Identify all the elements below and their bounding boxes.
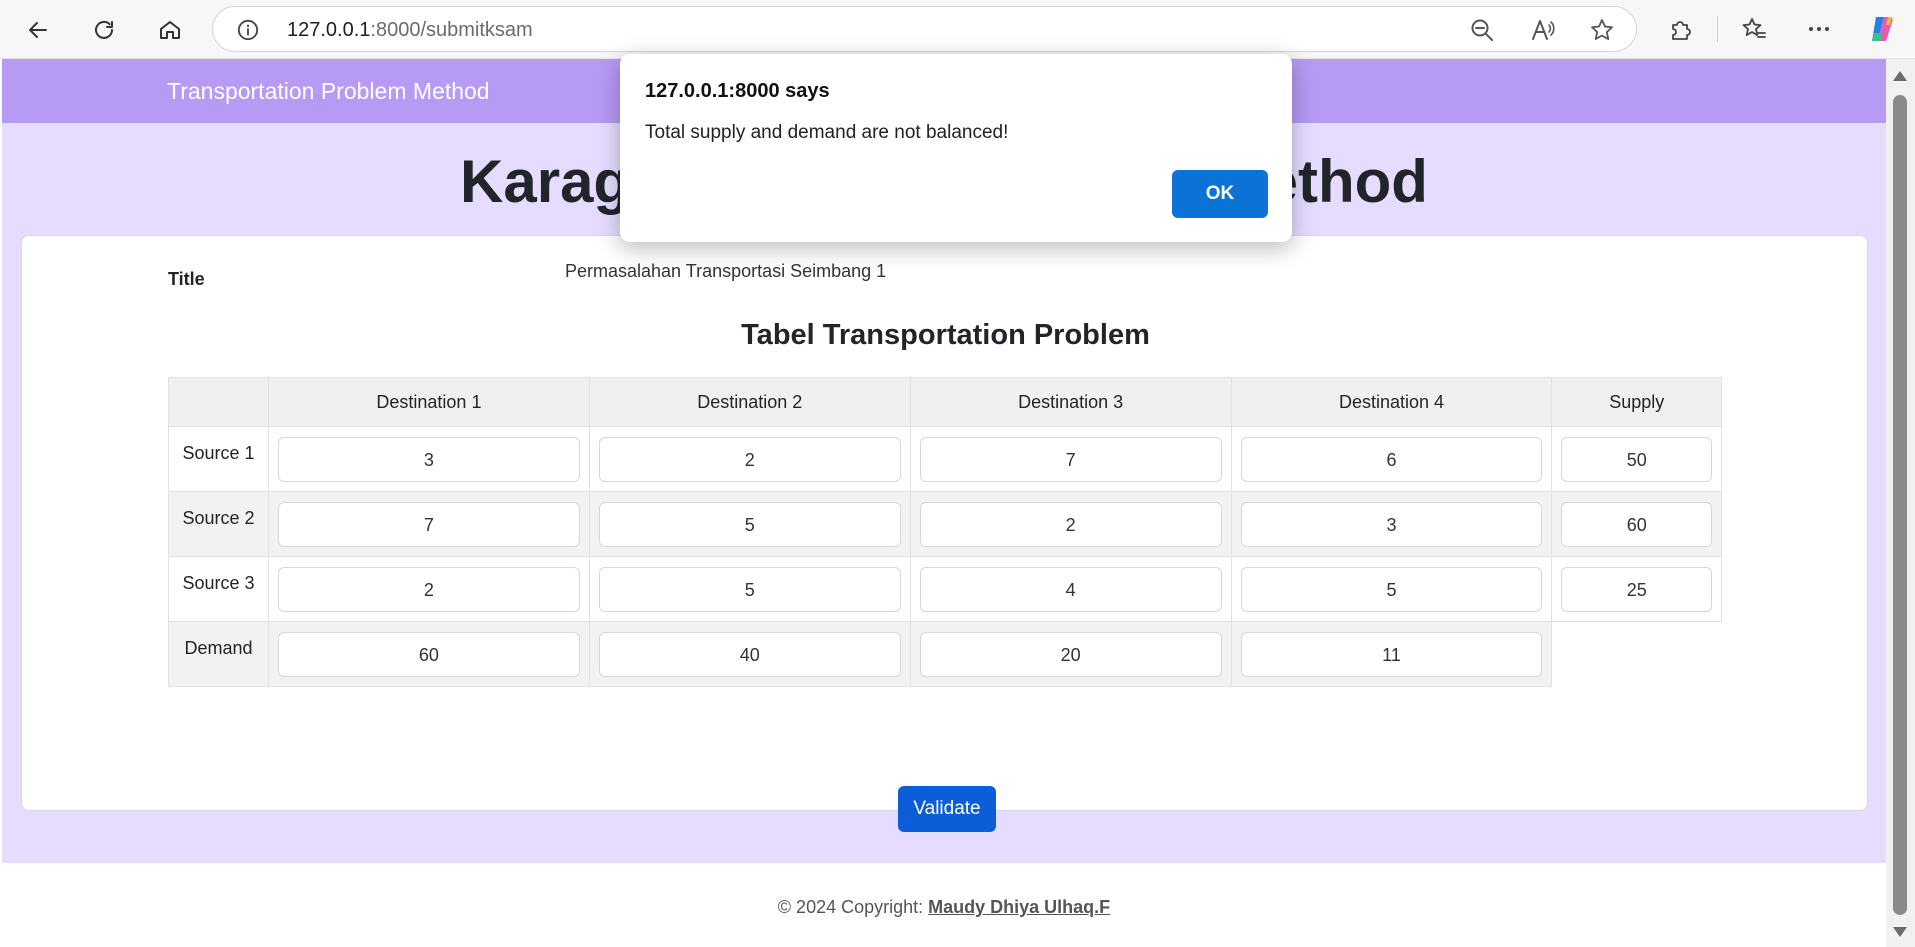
cost-input-s2-d2[interactable]: 5 [598,501,901,547]
zoom-button[interactable] [1469,17,1495,43]
header-destination-3: Destination 3 [909,377,1232,427]
title-value: Permasalahan Transportasi Seimbang 1 [565,261,887,281]
supply-input-s3[interactable]: 25 [1561,566,1712,612]
author-link[interactable]: Maudy Dhiya Ulhaq.F [928,897,1110,917]
transportation-table: Destination 1 Destination 2 Destination … [168,377,1722,687]
cost-input-s2-d1[interactable]: 7 [278,501,580,547]
header-destination-1: Destination 1 [268,377,590,427]
title-label: Title [168,269,205,289]
address-bar[interactable]: 127.0.0.1:8000/submitksam [212,6,1637,52]
validate-button[interactable]: Validate [898,786,996,832]
arrow-left-icon [29,22,47,38]
extensions-button[interactable] [1668,16,1694,42]
cost-input-s3-d2[interactable]: 5 [598,566,901,612]
supply-input-s1[interactable]: 50 [1561,436,1712,482]
table-row: Source 2 7 5 2 3 60 [168,491,1722,557]
more-button[interactable] [1806,16,1832,42]
cost-input-s1-d4[interactable]: 6 [1240,436,1543,482]
demand-input-d3[interactable]: 20 [919,631,1222,677]
cost-input-s3-d4[interactable]: 5 [1240,566,1543,612]
row-label-source-1: Source 1 [168,426,269,492]
cost-input-s3-d3[interactable]: 4 [919,566,1222,612]
scroll-down-arrow[interactable] [1893,927,1907,937]
refresh-icon [95,20,113,39]
header-supply: Supply [1551,377,1722,427]
cost-input-s1-d3[interactable]: 7 [919,436,1222,482]
header-destination-4: Destination 4 [1230,377,1553,427]
cost-input-s2-d4[interactable]: 3 [1240,501,1543,547]
supply-input-s2[interactable]: 60 [1561,501,1712,547]
demand-input-d4[interactable]: 11 [1240,631,1543,677]
table-heading: Tabel Transportation Problem [741,319,1150,351]
home-button[interactable] [152,12,188,48]
cost-input-s1-d1[interactable]: 3 [278,436,580,482]
alert-dialog: 127.0.0.1:8000 says Total supply and dem… [620,54,1292,242]
ok-button[interactable]: OK [1172,170,1268,218]
zoom-out-icon [1471,19,1493,41]
url-path: :8000/submitksam [370,19,533,41]
star-icon [1591,19,1613,40]
scroll-thumb[interactable] [1893,95,1907,915]
footer: © 2024 Copyright: Maudy Dhiya Ulhaq.F [2,863,1886,947]
home-icon [160,21,180,39]
table-row: Source 3 2 5 4 5 25 [168,556,1722,622]
copilot-icon [1872,17,1893,41]
copyright-prefix: © 2024 Copyright: [777,897,929,917]
url-text[interactable]: 127.0.0.1:8000/submitksam [287,19,533,42]
cost-input-s1-d2[interactable]: 2 [598,436,901,482]
row-label-source-2: Source 2 [168,491,269,557]
dialog-message: Total supply and demand are not balanced… [645,122,1009,143]
url-host: 127.0.0.1 [287,19,371,41]
demand-input-d1[interactable]: 60 [278,631,580,677]
favorites-icon [1742,18,1766,38]
table-header-row: Destination 1 Destination 2 Destination … [168,377,1722,427]
row-label-source-3: Source 3 [168,556,269,622]
refresh-button[interactable] [86,12,122,48]
row-label-demand: Demand [168,621,269,687]
more-icon [1809,27,1829,31]
favorites-button[interactable] [1741,16,1767,42]
browser-toolbar: 127.0.0.1:8000/submitksam [0,0,1915,59]
back-button[interactable] [20,12,56,48]
scroll-up-arrow[interactable] [1893,71,1907,81]
cost-input-s3-d1[interactable]: 2 [278,566,580,612]
table-row-demand: Demand 60 40 20 11 [168,621,1722,687]
page-scrollbar[interactable] [1886,59,1915,947]
dialog-title: 127.0.0.1:8000 says [645,80,830,102]
read-aloud-icon [1532,20,1555,40]
favorite-button[interactable] [1589,17,1615,43]
cost-input-s2-d3[interactable]: 2 [919,501,1222,547]
toolbar-separator [1717,16,1718,42]
header-destination-2: Destination 2 [588,377,911,427]
empty-cell [1551,621,1722,687]
table-row: Source 1 3 2 7 6 50 [168,426,1722,492]
info-icon[interactable] [237,19,259,41]
copilot-button[interactable] [1866,13,1898,45]
puzzle-icon [1672,21,1691,40]
table-corner-cell [168,377,269,427]
footer-copyright: © 2024 Copyright: Maudy Dhiya Ulhaq.F [2,897,1886,918]
navbar-brand[interactable]: Transportation Problem Method [167,78,490,105]
demand-input-d2[interactable]: 40 [598,631,901,677]
main-card: Title Permasalahan Transportasi Seimbang… [21,235,1868,832]
read-aloud-button[interactable] [1530,17,1556,43]
